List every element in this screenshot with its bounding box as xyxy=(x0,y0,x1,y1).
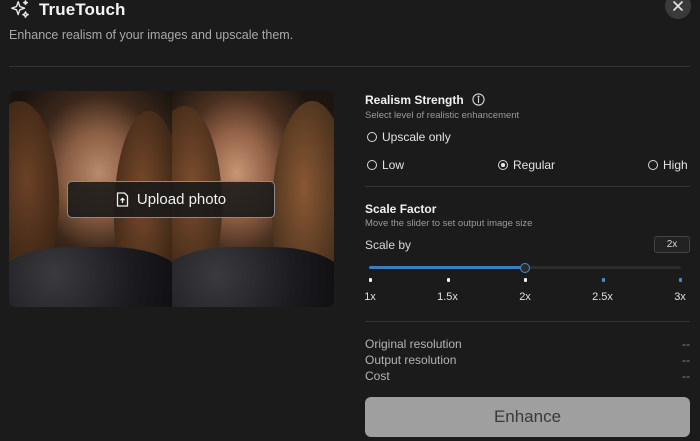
scale-factor-description: Move the slider to set output image size xyxy=(365,218,533,229)
slider-tick-mark xyxy=(446,278,450,282)
slider-tick-label: 1.5x xyxy=(437,291,458,303)
radio-label: Upscale only xyxy=(382,130,451,144)
info-row-original-resolution: Original resolution -- xyxy=(365,337,690,351)
radio-circle xyxy=(648,160,658,170)
slider-tick-mark xyxy=(369,278,372,282)
dress-shape xyxy=(9,247,172,307)
slider-fill xyxy=(369,266,525,269)
dress-shape xyxy=(171,247,334,307)
info-label: Output resolution xyxy=(365,353,457,367)
info-icon[interactable] xyxy=(472,93,485,106)
radio-label: High xyxy=(663,158,688,172)
upload-photo-button[interactable]: Upload photo xyxy=(67,181,275,218)
close-button[interactable] xyxy=(665,0,691,19)
radio-high[interactable]: High xyxy=(648,158,688,172)
radio-upscale-only[interactable]: Upscale only xyxy=(367,130,451,144)
realism-strength-title-text: Realism Strength xyxy=(365,93,464,107)
header: TrueTouch xyxy=(9,0,126,20)
section-divider xyxy=(365,321,690,322)
radio-label: Regular xyxy=(513,158,556,172)
radio-circle xyxy=(367,160,377,170)
radio-regular[interactable]: Regular xyxy=(498,158,555,172)
file-upload-icon xyxy=(116,192,129,207)
info-label: Original resolution xyxy=(365,337,462,351)
upload-photo-label: Upload photo xyxy=(136,191,227,208)
info-value: -- xyxy=(682,369,690,383)
info-label: Cost xyxy=(365,369,390,383)
section-divider xyxy=(365,186,690,187)
info-row-output-resolution: Output resolution -- xyxy=(365,353,690,367)
slider-tick-label: 2.5x xyxy=(592,291,613,303)
info-value: -- xyxy=(682,353,690,367)
radio-circle xyxy=(367,132,377,142)
radio-low[interactable]: Low xyxy=(367,158,404,172)
radio-label: Low xyxy=(382,158,405,172)
slider-tick-label: 1x xyxy=(364,291,376,303)
app-title: TrueTouch xyxy=(39,0,126,19)
slider-tick-mark xyxy=(524,278,527,282)
app-subtitle: Enhance realism of your images and upsca… xyxy=(9,28,294,42)
close-icon xyxy=(673,1,683,11)
info-row-cost: Cost -- xyxy=(365,369,690,383)
slider-tick-mark xyxy=(679,278,682,282)
realism-strength-title: Realism Strength xyxy=(365,93,485,107)
realism-strength-description: Select level of realistic enhancement xyxy=(365,110,520,121)
header-divider xyxy=(9,66,690,67)
slider-tick-label: 2x xyxy=(519,291,531,303)
slider-tick-mark xyxy=(601,278,605,282)
sparkle-icon xyxy=(11,0,29,19)
scale-slider[interactable] xyxy=(369,263,681,273)
scale-factor-title: Scale Factor xyxy=(365,202,437,216)
slider-tick-label: 3x xyxy=(674,291,686,303)
info-value: -- xyxy=(682,337,690,351)
title-row: TrueTouch xyxy=(9,0,126,20)
radio-circle-selected xyxy=(498,160,508,170)
scale-by-label: Scale by xyxy=(365,238,412,252)
slider-thumb[interactable] xyxy=(520,263,530,273)
scale-value-badge: 2x xyxy=(654,236,690,253)
enhance-button[interactable]: Enhance xyxy=(365,397,690,437)
